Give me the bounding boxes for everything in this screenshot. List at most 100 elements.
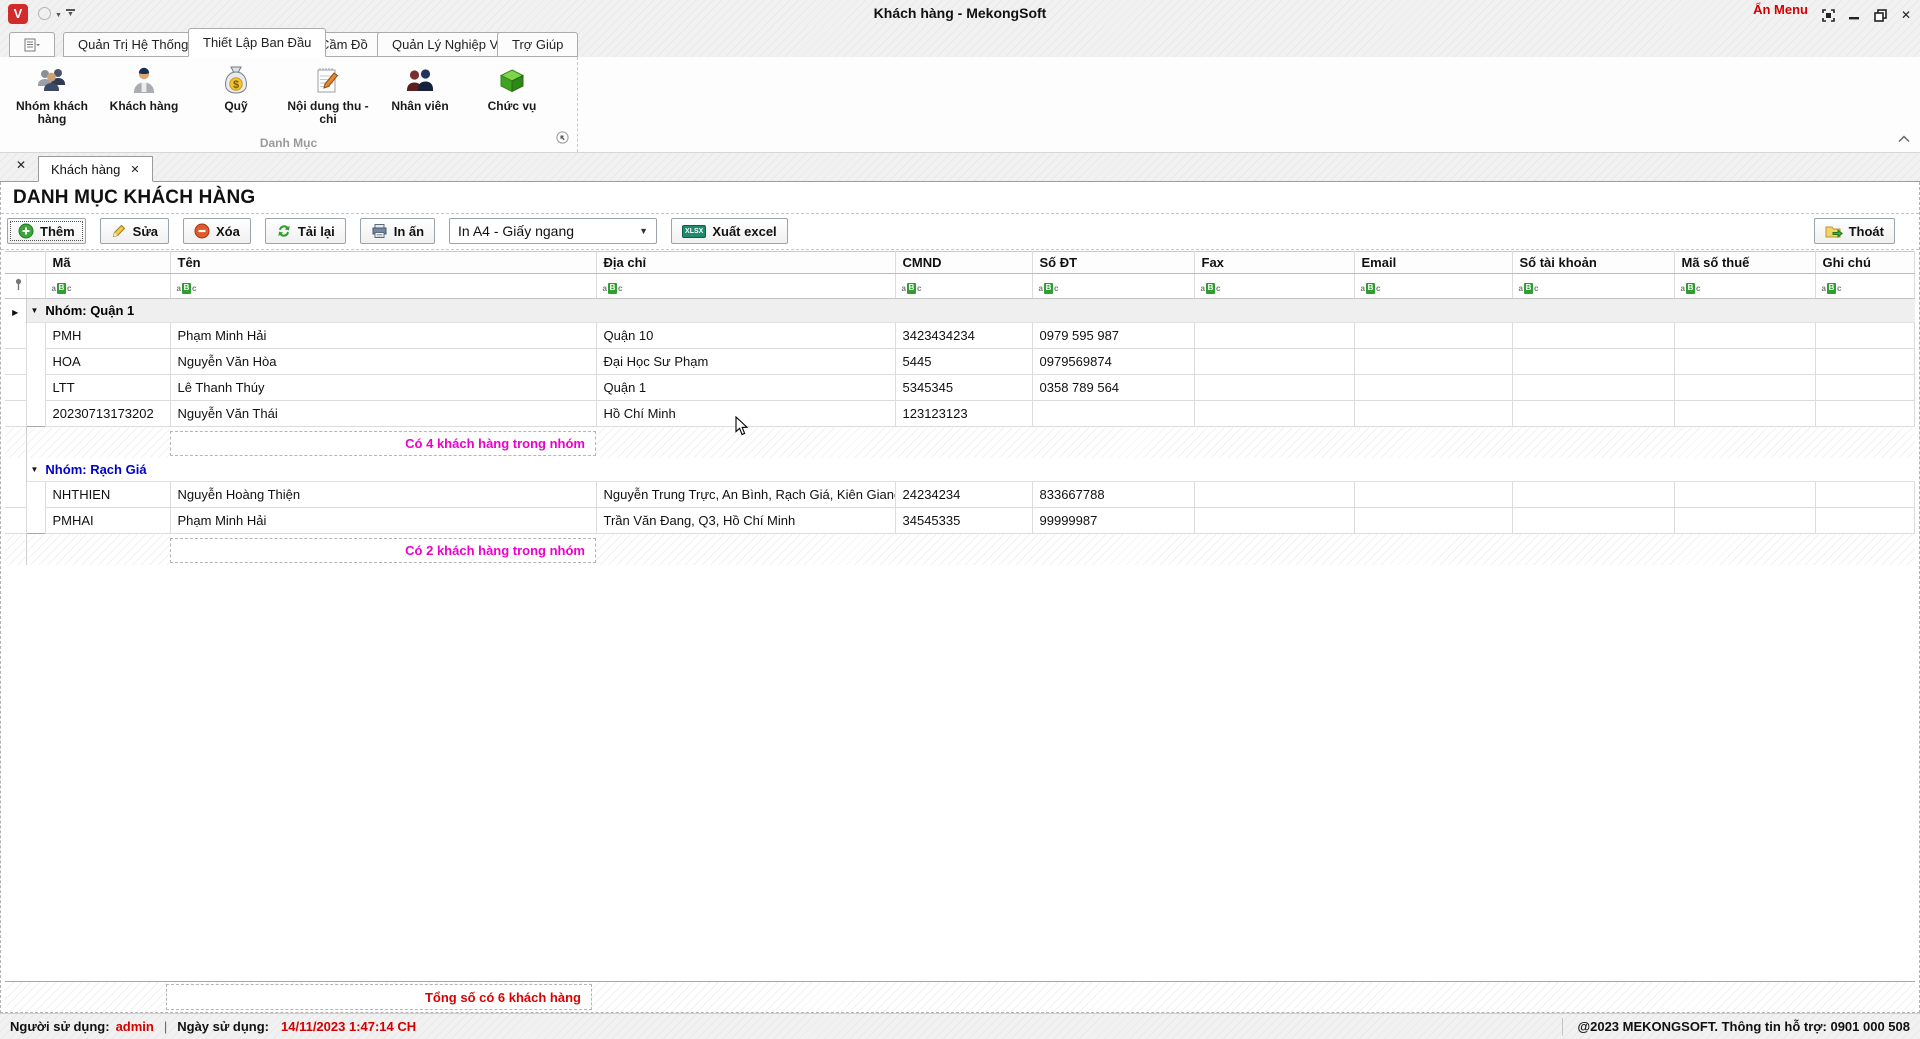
collapse-group-icon[interactable]: ▼ xyxy=(31,306,39,315)
abc-filter-icon[interactable]: aBc xyxy=(902,283,922,294)
filter-cell-1[interactable]: aBc xyxy=(170,274,596,299)
cell-Ghi chú[interactable] xyxy=(1815,508,1915,534)
ribbon-item-noi-dung-thu-chi[interactable]: Nội dung thu - chi xyxy=(282,63,374,126)
column-header-9[interactable]: Ghi chú xyxy=(1815,252,1915,274)
abc-filter-icon[interactable]: aBc xyxy=(1519,283,1539,294)
tab-thiet-lap-ban-dau[interactable]: Thiết Lập Ban Đầu xyxy=(188,28,326,57)
cell-Số ĐT[interactable]: 0358 789 564 xyxy=(1032,375,1194,401)
table-row[interactable]: HOANguyễn Văn HòaĐại Học Sư Phạm54450979… xyxy=(5,349,1915,375)
ribbon-item-nhom-khach-hang[interactable]: Nhóm khách hàng xyxy=(6,63,98,126)
fullscreen-icon[interactable] xyxy=(1820,8,1836,22)
group-cell[interactable]: ▼Nhóm: Quận 1 xyxy=(26,299,1915,323)
cell-Email[interactable] xyxy=(1354,508,1512,534)
cell-Số ĐT[interactable]: 833667788 xyxy=(1032,482,1194,508)
close-tab-icon[interactable]: ✕ xyxy=(130,163,139,176)
edit-button[interactable]: Sửa xyxy=(100,218,169,244)
cell-Số tài khoản[interactable] xyxy=(1512,349,1674,375)
cell-Tên[interactable]: Nguyễn Hoàng Thiện xyxy=(170,482,596,508)
cell-Ghi chú[interactable] xyxy=(1815,349,1915,375)
export-excel-button[interactable]: XLSX Xuất excel xyxy=(671,218,788,244)
minimize-icon[interactable] xyxy=(1846,8,1862,22)
abc-filter-icon[interactable]: aBc xyxy=(603,283,623,294)
column-header-4[interactable]: Số ĐT xyxy=(1032,252,1194,274)
cell-Địa chỉ[interactable]: Quận 10 xyxy=(596,323,895,349)
cell-Email[interactable] xyxy=(1354,323,1512,349)
cell-Mã[interactable]: HOA xyxy=(45,349,170,375)
restore-icon[interactable] xyxy=(1872,8,1888,22)
cell-Địa chỉ[interactable]: Trần Văn Đang, Q3, Hồ Chí Minh xyxy=(596,508,895,534)
cell-Mã[interactable]: PMHAI xyxy=(45,508,170,534)
cell-CMND[interactable]: 123123123 xyxy=(895,401,1032,427)
group-row-0[interactable]: ▶▼Nhóm: Quận 1 xyxy=(5,299,1915,323)
column-header-2[interactable]: Địa chỉ xyxy=(596,252,895,274)
exit-button[interactable]: Thoát xyxy=(1814,218,1895,244)
filter-cell-9[interactable]: aBc xyxy=(1815,274,1915,299)
cell-CMND[interactable]: 5345345 xyxy=(895,375,1032,401)
column-header-6[interactable]: Email xyxy=(1354,252,1512,274)
cell-Mã[interactable]: 20230713173202 xyxy=(45,401,170,427)
cell-Ghi chú[interactable] xyxy=(1815,401,1915,427)
cell-Tên[interactable]: Nguyễn Văn Hòa xyxy=(170,349,596,375)
filter-cell-8[interactable]: aBc xyxy=(1674,274,1815,299)
cell-Tên[interactable]: Lê Thanh Thúy xyxy=(170,375,596,401)
cell-Email[interactable] xyxy=(1354,401,1512,427)
cell-Fax[interactable] xyxy=(1194,401,1354,427)
group-dialog-launcher-icon[interactable] xyxy=(556,131,569,149)
cell-Fax[interactable] xyxy=(1194,349,1354,375)
abc-filter-icon[interactable]: aBc xyxy=(1681,283,1701,294)
cell-CMND[interactable]: 24234234 xyxy=(895,482,1032,508)
ribbon-item-khach-hang[interactable]: Khách hàng xyxy=(98,63,190,126)
cell-Mã số thuế[interactable] xyxy=(1674,323,1815,349)
ribbon-item-quy[interactable]: $ Quỹ xyxy=(190,63,282,126)
column-header-8[interactable]: Mã số thuế xyxy=(1674,252,1815,274)
print-layout-select[interactable]: In A4 - Giấy ngang ▼ xyxy=(449,218,657,244)
cell-Mã[interactable]: PMH xyxy=(45,323,170,349)
cell-Fax[interactable] xyxy=(1194,375,1354,401)
cell-Địa chỉ[interactable]: Quận 1 xyxy=(596,375,895,401)
ribbon-item-nhan-vien[interactable]: Nhân viên xyxy=(374,63,466,126)
cell-Địa chỉ[interactable]: Nguyễn Trung Trực, An Bình, Rạch Giá, Ki… xyxy=(596,482,895,508)
cell-Số ĐT[interactable]: 0979 595 987 xyxy=(1032,323,1194,349)
table-row[interactable]: NHTHIENNguyễn Hoàng ThiệnNguyễn Trung Tr… xyxy=(5,482,1915,508)
ribbon-menu-tab[interactable] xyxy=(9,32,55,57)
column-header-0[interactable]: Mã xyxy=(45,252,170,274)
column-header-3[interactable]: CMND xyxy=(895,252,1032,274)
table-row[interactable]: PMHAIPhạm Minh HảiTrần Văn Đang, Q3, Hồ … xyxy=(5,508,1915,534)
cell-Email[interactable] xyxy=(1354,375,1512,401)
cell-CMND[interactable]: 3423434234 xyxy=(895,323,1032,349)
cell-Mã số thuế[interactable] xyxy=(1674,349,1815,375)
collapse-ribbon-icon[interactable] xyxy=(1898,130,1910,148)
cell-Số ĐT[interactable]: 0979569874 xyxy=(1032,349,1194,375)
abc-filter-icon[interactable]: aBc xyxy=(1361,283,1381,294)
cell-Ghi chú[interactable] xyxy=(1815,375,1915,401)
cell-Số tài khoản[interactable] xyxy=(1512,375,1674,401)
abc-filter-icon[interactable]: aBc xyxy=(1822,283,1842,294)
cell-Số tài khoản[interactable] xyxy=(1512,508,1674,534)
group-cell[interactable]: ▼Nhóm: Rạch Giá xyxy=(26,458,1915,482)
cell-Tên[interactable]: Phạm Minh Hải xyxy=(170,508,596,534)
cell-Fax[interactable] xyxy=(1194,482,1354,508)
column-header-5[interactable]: Fax xyxy=(1194,252,1354,274)
cell-Fax[interactable] xyxy=(1194,323,1354,349)
abc-filter-icon[interactable]: aBc xyxy=(1039,283,1059,294)
cell-Địa chỉ[interactable]: Đại Học Sư Phạm xyxy=(596,349,895,375)
cell-Email[interactable] xyxy=(1354,482,1512,508)
table-row[interactable]: LTTLê Thanh ThúyQuận 153453450358 789 56… xyxy=(5,375,1915,401)
reload-button[interactable]: Tải lại xyxy=(265,218,346,244)
cell-Ghi chú[interactable] xyxy=(1815,323,1915,349)
tab-tro-giup[interactable]: Trợ Giúp xyxy=(497,32,578,57)
column-header-1[interactable]: Tên xyxy=(170,252,596,274)
cell-Số tài khoản[interactable] xyxy=(1512,401,1674,427)
collapse-group-icon[interactable]: ▼ xyxy=(31,465,39,474)
cell-Số ĐT[interactable] xyxy=(1032,401,1194,427)
table-row[interactable]: PMHPhạm Minh HảiQuận 1034234342340979 59… xyxy=(5,323,1915,349)
abc-filter-icon[interactable]: aBc xyxy=(1201,283,1221,294)
print-button[interactable]: In ấn xyxy=(360,218,435,244)
cell-Mã số thuế[interactable] xyxy=(1674,401,1815,427)
group-row-1[interactable]: ▼Nhóm: Rạch Giá xyxy=(5,458,1915,482)
filter-cell-5[interactable]: aBc xyxy=(1194,274,1354,299)
filter-cell-7[interactable]: aBc xyxy=(1512,274,1674,299)
delete-button[interactable]: Xóa xyxy=(183,218,251,244)
filter-cell-6[interactable]: aBc xyxy=(1354,274,1512,299)
cell-Số ĐT[interactable]: 99999987 xyxy=(1032,508,1194,534)
